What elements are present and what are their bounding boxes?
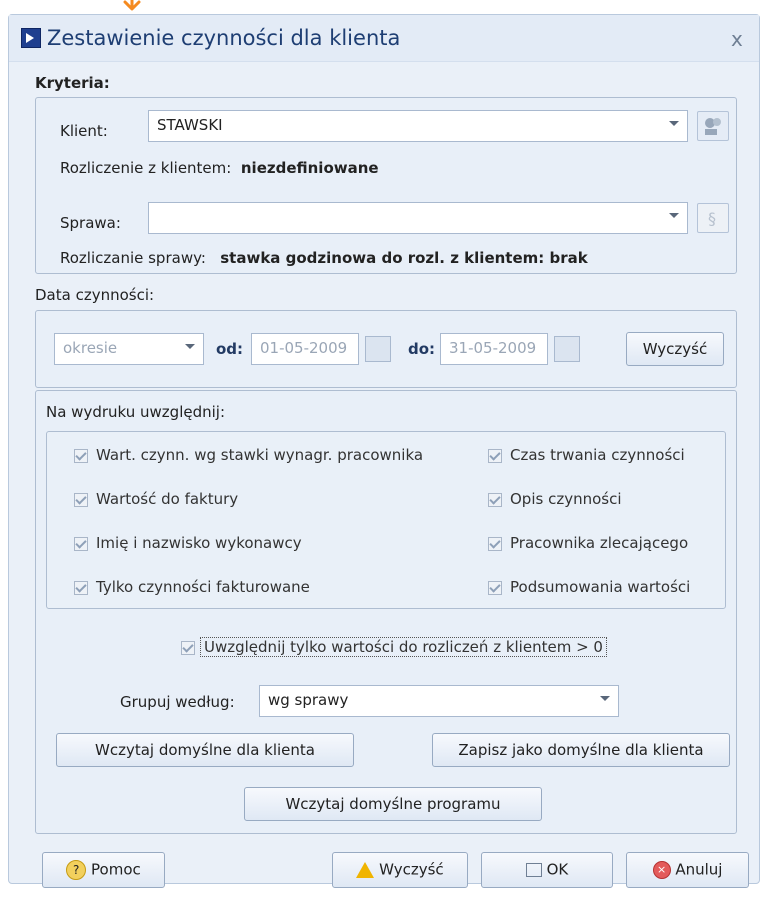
cancel-label: Anuluj xyxy=(675,860,723,879)
users-icon xyxy=(705,118,721,135)
date-label: Data czynności: xyxy=(35,286,155,304)
period-value: okresie xyxy=(63,339,118,357)
checkbox[interactable] xyxy=(488,537,502,551)
to-label: do: xyxy=(408,340,436,358)
from-label: od: xyxy=(216,340,244,358)
save-client-defaults-button[interactable]: Zapisz jako domyślne dla klienta xyxy=(432,733,730,767)
option-label: Podsumowania wartości xyxy=(510,578,691,596)
help-button[interactable]: ? Pomoc xyxy=(42,852,165,888)
help-icon: ? xyxy=(66,859,87,880)
option-label: Opis czynności xyxy=(510,490,622,508)
dialog-window: Zestawienie czynności dla klienta x Kryt… xyxy=(8,14,760,888)
warning-icon xyxy=(356,861,375,878)
print-options-group: Na wydruku uwzględnij: Wart. czynn. wg s… xyxy=(35,390,737,834)
option-label: Pracownika zlecającego xyxy=(510,534,689,552)
close-button[interactable]: x xyxy=(731,27,743,51)
checkbox[interactable] xyxy=(181,641,195,655)
case-settlement-caption: Rozliczanie sprawy: xyxy=(60,249,206,267)
clear-label: Wyczyść xyxy=(379,860,444,879)
checkbox[interactable] xyxy=(488,581,502,595)
criteria-label: Kryteria: xyxy=(35,74,110,92)
group-by-label: Grupuj według: xyxy=(120,693,235,711)
client-select[interactable]: STAWSKI xyxy=(148,110,688,142)
case-settlement-label: Rozliczanie sprawy: stawka godzinowa do … xyxy=(60,249,588,267)
to-date-field[interactable]: 31-05-2009 xyxy=(440,333,548,365)
option-label: Czas trwania czynności xyxy=(510,446,685,464)
option-label: Tylko czynności fakturowane xyxy=(96,578,310,596)
from-date-field[interactable]: 01-05-2009 xyxy=(251,333,359,365)
option-label: Wartość do faktury xyxy=(96,490,239,508)
period-select[interactable]: okresie xyxy=(54,333,204,365)
arrow-down-icon xyxy=(123,0,141,11)
case-picker-button[interactable]: § xyxy=(697,203,729,233)
load-program-defaults-button[interactable]: Wczytaj domyślne programu xyxy=(244,787,542,821)
cancel-icon: × xyxy=(652,860,671,879)
client-settlement-caption: Rozliczenie z klientem: xyxy=(60,159,232,177)
calendar-icon[interactable] xyxy=(365,336,391,362)
ok-icon xyxy=(525,862,542,877)
ok-button[interactable]: OK xyxy=(481,852,613,888)
print-options-label: Na wydruku uwzględnij: xyxy=(46,403,226,421)
paragraph-icon: § xyxy=(708,209,716,228)
checkbox[interactable] xyxy=(74,537,88,551)
checkbox[interactable] xyxy=(74,449,88,463)
client-settlement-value: niezdefiniowane xyxy=(240,159,379,177)
window-title: Zestawienie czynności dla klienta xyxy=(47,26,401,50)
client-picker-button[interactable] xyxy=(697,111,729,141)
checkbox[interactable] xyxy=(488,493,502,507)
checkbox[interactable] xyxy=(74,581,88,595)
group-by-value: wg sprawy xyxy=(268,691,349,709)
case-select[interactable] xyxy=(148,202,688,234)
case-label: Sprawa: xyxy=(60,214,121,232)
client-value: STAWSKI xyxy=(157,116,223,134)
calendar-icon[interactable] xyxy=(554,336,580,362)
app-icon xyxy=(21,28,41,48)
option-label: Imię i nazwisko wykonawcy xyxy=(96,534,302,552)
group-by-select[interactable]: wg sprawy xyxy=(259,685,619,717)
checkbox[interactable] xyxy=(74,493,88,507)
chevron-down-icon xyxy=(669,213,679,218)
clear-button[interactable]: Wyczyść xyxy=(332,852,468,888)
help-label: Pomoc xyxy=(91,860,141,879)
chevron-down-icon xyxy=(669,121,679,126)
criteria-group: Klient: STAWSKI Rozliczenie z klientem: … xyxy=(35,97,737,274)
title-bar: Zestawienie czynności dla klienta x xyxy=(9,15,759,62)
date-group: okresie od: 01-05-2009 do: 31-05-2009 Wy… xyxy=(35,310,737,388)
chevron-down-icon xyxy=(600,696,610,701)
cancel-button[interactable]: × Anuluj xyxy=(626,852,749,888)
case-settlement-value: stawka godzinowa do rozl. z klientem: br… xyxy=(220,249,588,267)
checkbox[interactable] xyxy=(488,449,502,463)
option-label: Wart. czynn. wg stawki wynagr. pracownik… xyxy=(96,446,424,464)
only-positive-label: Uwzględnij tylko wartości do rozliczeń z… xyxy=(200,637,607,657)
ok-label: OK xyxy=(546,860,569,879)
client-settlement-label: Rozliczenie z klientem: niezdefiniowane xyxy=(60,159,379,177)
client-label: Klient: xyxy=(60,122,108,140)
svg-text:§: § xyxy=(708,209,716,228)
load-client-defaults-button[interactable]: Wczytaj domyślne dla klienta xyxy=(56,733,354,767)
chevron-down-icon xyxy=(185,344,195,349)
date-clear-button[interactable]: Wyczyść xyxy=(626,332,724,366)
